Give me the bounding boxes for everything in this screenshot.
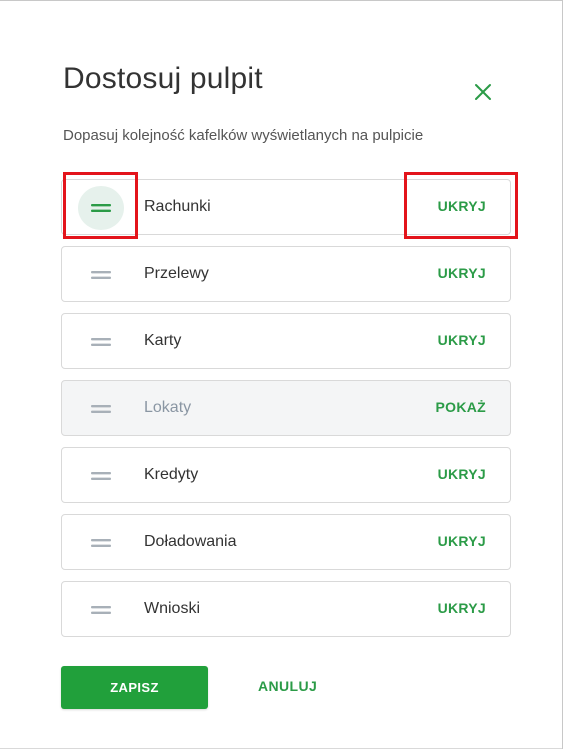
drag-handle[interactable] [78, 253, 124, 297]
tile-label: Przelewy [144, 265, 209, 282]
drag-handle-icon [91, 606, 111, 614]
tile-label: Lokaty [144, 399, 192, 416]
drag-handle[interactable] [78, 320, 124, 364]
tile-wnioski: Wnioski UKRYJ [61, 581, 511, 637]
tile-list: Rachunki UKRYJ Przelewy UKRYJ Karty UKRY [61, 179, 511, 648]
tile-kredyty: Kredyty UKRYJ [61, 447, 511, 503]
drag-handle-icon [91, 472, 111, 480]
drag-handle-icon [91, 405, 111, 413]
drag-handle-icon [91, 271, 111, 279]
tile-przelewy: Przelewy UKRYJ [61, 246, 511, 302]
cancel-button[interactable]: ANULUJ [258, 678, 317, 694]
hide-tile-button[interactable]: UKRYJ [438, 466, 486, 482]
hide-tile-button[interactable]: UKRYJ [438, 265, 486, 281]
show-tile-button[interactable]: POKAŻ [436, 399, 487, 415]
tile-label: Karty [144, 332, 182, 349]
save-button[interactable]: ZAPISZ [61, 666, 208, 709]
drag-handle[interactable] [78, 387, 124, 431]
close-button[interactable] [468, 77, 498, 107]
tile-karty: Karty UKRYJ [61, 313, 511, 369]
drag-handle[interactable] [78, 454, 124, 498]
highlight-box-hide-button [404, 172, 518, 239]
dialog-title: Dostosuj pulpit [63, 62, 263, 95]
hide-tile-button[interactable]: UKRYJ [438, 600, 486, 616]
close-icon [475, 84, 491, 100]
tile-label: Wnioski [144, 600, 201, 617]
hide-tile-button[interactable]: UKRYJ [438, 332, 486, 348]
drag-handle-icon [91, 338, 111, 346]
tile-label: Doładowania [144, 533, 237, 550]
tile-doladowania: Doładowania UKRYJ [61, 514, 511, 570]
customize-dashboard-dialog: Dostosuj pulpit Dopasuj kolejność kafelk… [0, 0, 563, 749]
tile-lokaty: Lokaty POKAŻ [61, 380, 511, 436]
tile-label: Kredyty [144, 466, 199, 483]
drag-handle-icon [91, 539, 111, 547]
drag-handle[interactable] [78, 521, 124, 565]
tile-label: Rachunki [144, 198, 211, 215]
highlight-box-drag-handle [63, 172, 138, 239]
drag-handle[interactable] [78, 588, 124, 632]
hide-tile-button[interactable]: UKRYJ [438, 533, 486, 549]
dialog-subtitle: Dopasuj kolejność kafelków wyświetlanych… [63, 127, 424, 144]
